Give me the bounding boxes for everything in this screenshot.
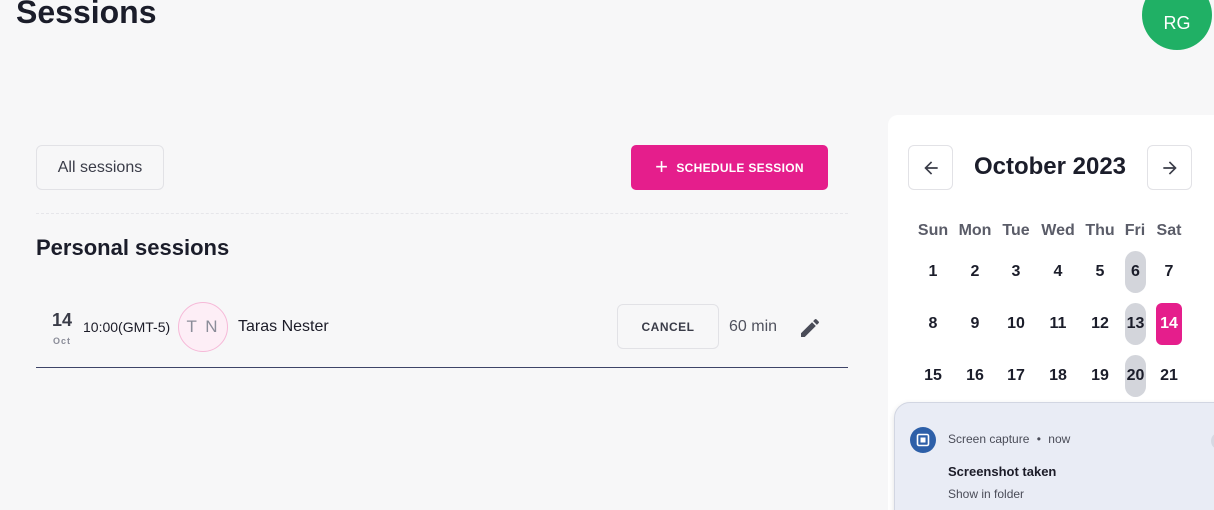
weekday-thu: Thu — [1085, 222, 1115, 239]
cancel-session-button[interactable]: CANCEL — [617, 304, 719, 349]
screenshot-notification[interactable]: Screen capture • now Screenshot taken Sh… — [894, 402, 1214, 510]
calendar-day[interactable]: 1 — [913, 251, 953, 293]
calendar-day[interactable]: 15 — [913, 355, 953, 397]
calendar-day[interactable]: 4 — [1038, 251, 1078, 293]
participant-name: Taras Nester — [238, 318, 329, 335]
arrow-right-icon — [1162, 160, 1177, 175]
personal-sessions-heading: Personal sessions — [36, 235, 230, 260]
calendar-day[interactable]: 6 — [1125, 251, 1146, 293]
calendar-day[interactable]: 2 — [955, 251, 995, 293]
calendar-day[interactable]: 11 — [1038, 303, 1078, 345]
divider — [36, 213, 848, 214]
calendar-day[interactable]: 18 — [1038, 355, 1078, 397]
calendar-day[interactable]: 10 — [996, 303, 1036, 345]
calendar-day[interactable]: 5 — [1080, 251, 1120, 293]
calendar-day[interactable]: 7 — [1149, 251, 1189, 293]
session-date-day: 14 — [51, 310, 73, 330]
calendar-month-title: October 2023 — [973, 153, 1127, 180]
notification-source: Screen capture • now — [948, 432, 1071, 446]
show-in-folder-link[interactable]: Show in folder — [948, 487, 1024, 501]
all-sessions-filter-button[interactable]: All sessions — [36, 145, 164, 190]
weekday-wed: Wed — [1041, 222, 1075, 239]
edit-icon[interactable] — [798, 316, 822, 340]
calendar-day[interactable]: 19 — [1080, 355, 1120, 397]
weekday-tue: Tue — [1002, 222, 1030, 239]
session-time: 10:00(GMT-5) — [83, 319, 171, 335]
calendar-day[interactable]: 9 — [955, 303, 995, 345]
calendar-day[interactable]: 17 — [996, 355, 1036, 397]
calendar-day[interactable]: 20 — [1125, 355, 1146, 397]
calendar-day[interactable]: 3 — [996, 251, 1036, 293]
session-row: 14 Oct 10:00(GMT-5) T N Taras Nester CAN… — [36, 290, 848, 368]
calendar-day[interactable]: 12 — [1080, 303, 1120, 345]
participant-avatar: T N — [178, 302, 228, 352]
user-avatar[interactable]: RG — [1142, 0, 1212, 50]
schedule-session-button[interactable]: + SCHEDULE SESSION — [631, 145, 828, 190]
calendar-day[interactable]: 8 — [913, 303, 953, 345]
arrow-left-icon — [923, 160, 938, 175]
weekday-sun: Sun — [917, 222, 949, 239]
notification-title: Screenshot taken — [948, 464, 1057, 479]
weekday-sat: Sat — [1156, 222, 1182, 239]
previous-month-button[interactable] — [908, 145, 953, 190]
calendar-day-selected[interactable]: 14 — [1156, 303, 1182, 345]
schedule-session-label: SCHEDULE SESSION — [676, 160, 804, 175]
weekday-mon: Mon — [958, 222, 992, 239]
session-date-month: Oct — [52, 336, 71, 346]
plus-icon: + — [655, 153, 669, 179]
screen-capture-icon — [910, 427, 936, 453]
calendar-day[interactable]: 16 — [955, 355, 995, 397]
calendar-day[interactable]: 13 — [1125, 303, 1146, 345]
page-title: Sessions — [16, 0, 157, 30]
calendar-day[interactable]: 21 — [1149, 355, 1189, 397]
session-duration: 60 min — [729, 318, 778, 335]
next-month-button[interactable] — [1147, 145, 1192, 190]
